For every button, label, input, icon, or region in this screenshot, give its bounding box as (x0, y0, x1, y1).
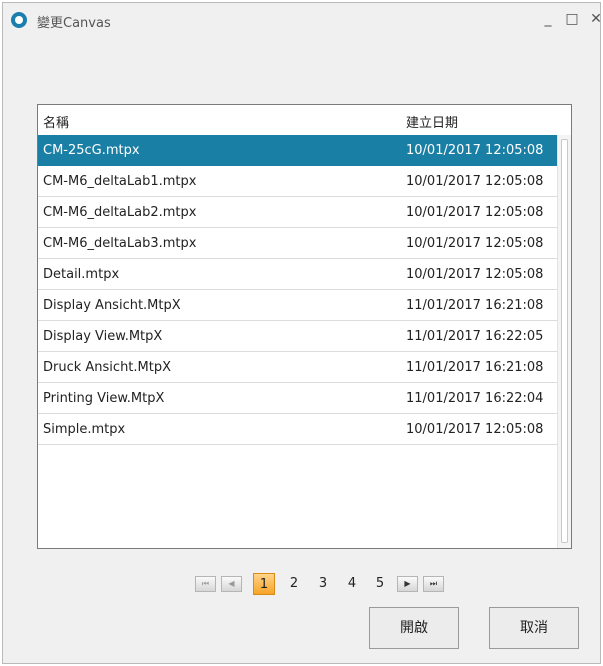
page-button-2[interactable]: 2 (283, 573, 305, 595)
minimize-button[interactable]: _ (537, 8, 559, 30)
file-name: Printing View.MtpX (43, 391, 165, 406)
page-button-1[interactable]: 1 (253, 573, 275, 595)
file-date: 10/01/2017 12:05:08 (406, 236, 544, 251)
list-item[interactable]: CM-M6_deltaLab1.mtpx 10/01/2017 12:05:08 (38, 166, 557, 197)
list-item[interactable]: CM-M6_deltaLab3.mtpx 10/01/2017 12:05:08 (38, 228, 557, 259)
column-header-name[interactable]: 名稱 (43, 112, 69, 131)
file-name: Detail.mtpx (43, 267, 120, 282)
list-item[interactable]: Druck Ansicht.MtpX 11/01/2017 16:21:08 (38, 352, 557, 383)
app-icon (11, 12, 27, 28)
file-date: 10/01/2017 12:05:08 (406, 205, 544, 220)
pagination: ⏮ ◀ 1 2 3 4 5 ▶ ⏭ (3, 571, 600, 599)
file-name: CM-M6_deltaLab2.mtpx (43, 205, 197, 220)
list-item[interactable]: Printing View.MtpX 11/01/2017 16:22:04 (38, 383, 557, 414)
previous-page-icon: ◀ (228, 579, 235, 588)
window-title: 變更Canvas (37, 16, 111, 31)
maximize-button[interactable]: □ (561, 8, 583, 30)
file-date: 11/01/2017 16:22:05 (406, 329, 544, 344)
cancel-button[interactable]: 取消 (489, 607, 579, 649)
file-name: Display View.MtpX (43, 329, 163, 344)
change-canvas-dialog: 變更Canvas _ □ ✕ 名稱 建立日期 CM-25cG.mtpx 10/0… (2, 2, 603, 664)
scrollbar-thumb[interactable] (561, 139, 568, 543)
list-item[interactable]: CM-M6_deltaLab2.mtpx 10/01/2017 12:05:08 (38, 197, 557, 228)
close-button[interactable]: ✕ (585, 8, 603, 30)
list-rows: CM-25cG.mtpx 10/01/2017 12:05:08 CM-M6_d… (38, 135, 557, 445)
column-header-date[interactable]: 建立日期 (406, 112, 458, 131)
canvas-file-list: 名稱 建立日期 CM-25cG.mtpx 10/01/2017 12:05:08… (37, 104, 572, 549)
list-item[interactable]: CM-25cG.mtpx 10/01/2017 12:05:08 (38, 135, 557, 166)
page-button-5[interactable]: 5 (369, 573, 391, 595)
file-date: 11/01/2017 16:22:04 (406, 391, 544, 406)
last-page-button[interactable]: ⏭ (423, 576, 444, 592)
page-button-4[interactable]: 4 (341, 573, 363, 595)
file-date: 11/01/2017 16:21:08 (406, 360, 544, 375)
file-name: Druck Ansicht.MtpX (43, 360, 172, 375)
list-item[interactable]: Display View.MtpX 11/01/2017 16:22:05 (38, 321, 557, 352)
file-date: 10/01/2017 12:05:08 (406, 143, 544, 158)
next-page-button[interactable]: ▶ (397, 576, 418, 592)
file-name: CM-25cG.mtpx (43, 143, 140, 158)
page-button-3[interactable]: 3 (312, 573, 334, 595)
list-header: 名稱 建立日期 (38, 105, 571, 133)
file-name: CM-M6_deltaLab3.mtpx (43, 236, 197, 251)
file-name: Display Ansicht.MtpX (43, 298, 181, 313)
first-page-icon: ⏮ (201, 579, 210, 588)
list-item[interactable]: Display Ansicht.MtpX 11/01/2017 16:21:08 (38, 290, 557, 321)
list-item[interactable]: Detail.mtpx 10/01/2017 12:05:08 (38, 259, 557, 290)
previous-page-button[interactable]: ◀ (221, 576, 242, 592)
title-bar: 變更Canvas _ □ ✕ (3, 3, 603, 35)
file-name: Simple.mtpx (43, 422, 126, 437)
last-page-icon: ⏭ (429, 579, 438, 588)
file-date: 10/01/2017 12:05:08 (406, 422, 544, 437)
vertical-scrollbar[interactable] (557, 135, 571, 548)
list-item[interactable]: Simple.mtpx 10/01/2017 12:05:08 (38, 414, 557, 445)
next-page-icon: ▶ (404, 579, 411, 588)
first-page-button[interactable]: ⏮ (195, 576, 216, 592)
open-button[interactable]: 開啟 (369, 607, 459, 649)
file-date: 10/01/2017 12:05:08 (406, 174, 544, 189)
file-date: 10/01/2017 12:05:08 (406, 267, 544, 282)
file-name: CM-M6_deltaLab1.mtpx (43, 174, 197, 189)
file-date: 11/01/2017 16:21:08 (406, 298, 544, 313)
